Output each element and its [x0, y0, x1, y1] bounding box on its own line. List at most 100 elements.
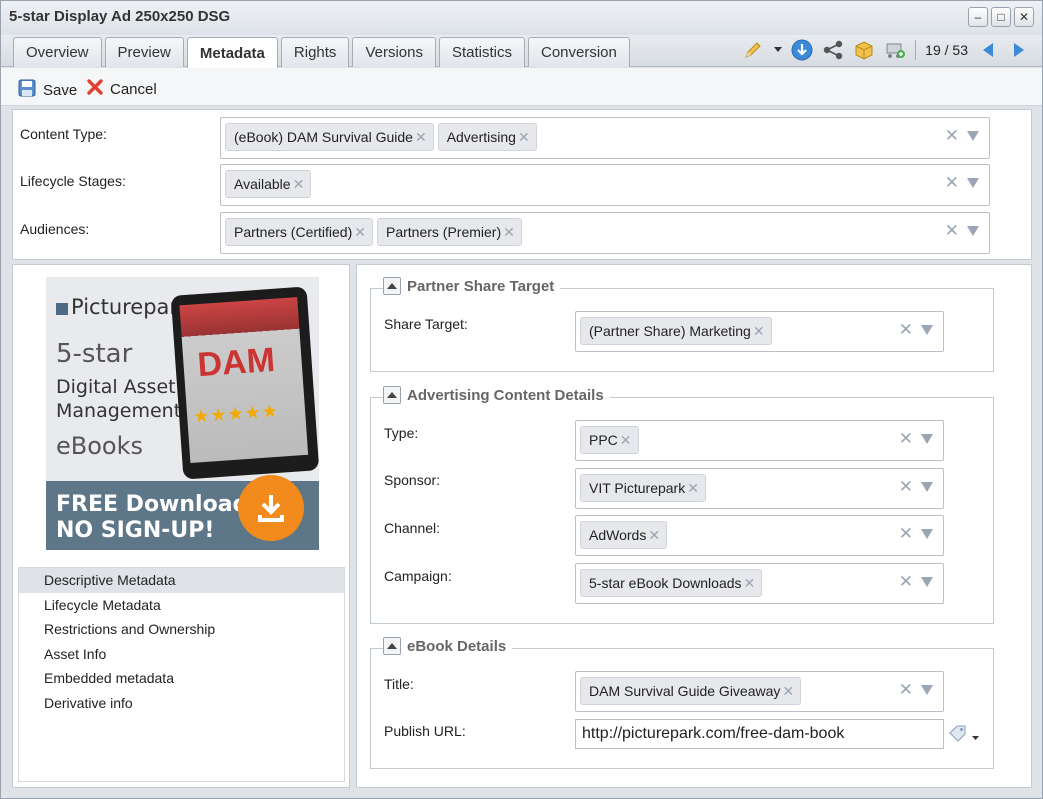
ad-subhead: Digital Asset Management [56, 375, 181, 423]
field-controls: ✕ [945, 173, 979, 193]
nav-item-restrictions[interactable]: Restrictions and Ownership [19, 617, 344, 642]
edit-pencil-icon[interactable] [743, 39, 765, 61]
campaign-label: Campaign: [384, 568, 452, 584]
save-icon [17, 78, 37, 102]
sponsor-label: Sponsor: [384, 472, 441, 488]
cancel-button[interactable]: Cancel [86, 78, 157, 100]
tab-versions[interactable]: Versions [352, 37, 436, 67]
ad-brand: Picturepark [56, 295, 190, 319]
close-button[interactable]: ✕ [1014, 7, 1034, 27]
collapse-icon [387, 643, 397, 649]
tab-preview[interactable]: Preview [104, 37, 184, 67]
tab-rights[interactable]: Rights [280, 37, 350, 67]
channel-field[interactable]: AdWords ✕ ✕ [575, 515, 944, 556]
tag-list: AdWords ✕ [580, 521, 668, 549]
nav-item-embedded-metadata[interactable]: Embedded metadata [19, 666, 344, 691]
collapse-toggle[interactable] [383, 277, 401, 295]
cart-add-icon[interactable] [884, 39, 906, 61]
dropdown-arrow-icon[interactable] [921, 577, 933, 587]
clear-icon[interactable]: ✕ [945, 126, 959, 146]
remove-tag-icon[interactable]: ✕ [354, 224, 366, 241]
type-label: Type: [384, 425, 419, 441]
dropdown-arrow-icon[interactable] [967, 131, 979, 141]
nav-item-asset-info[interactable]: Asset Info [19, 642, 344, 667]
remove-tag-icon[interactable]: ✕ [687, 480, 699, 497]
tag-list: PPC ✕ [580, 426, 639, 454]
audiences-field[interactable]: Partners (Certified) ✕ Partners (Premier)… [220, 212, 990, 254]
collapse-toggle[interactable] [383, 637, 401, 655]
minimize-button[interactable]: – [968, 7, 988, 27]
clear-icon[interactable]: ✕ [945, 173, 959, 193]
sponsor-field[interactable]: VIT Picturepark ✕ ✕ [575, 468, 944, 509]
toolbar-separator [915, 40, 917, 60]
download-icon[interactable] [791, 39, 813, 61]
remove-tag-icon[interactable]: ✕ [503, 224, 515, 241]
tag-chip: VIT Picturepark ✕ [580, 474, 706, 502]
link-tag-menu[interactable] [949, 725, 979, 746]
advertising-section: Advertising Content Details Type: PPC ✕ ✕… [370, 386, 994, 624]
clear-icon[interactable]: ✕ [899, 524, 913, 544]
publish-url-input[interactable]: http://picturepark.com/free-dam-book [575, 719, 944, 749]
dropdown-arrow-icon[interactable] [921, 482, 933, 492]
ebook-title-field[interactable]: DAM Survival Guide Giveaway ✕ ✕ [575, 671, 944, 712]
tab-metadata[interactable]: Metadata [186, 37, 278, 68]
tab-overview[interactable]: Overview [13, 37, 102, 67]
collapse-icon [387, 283, 397, 289]
ad-subhead-line: Digital Asset [56, 376, 176, 398]
dropdown-arrow-icon[interactable] [921, 325, 933, 335]
clear-icon[interactable]: ✕ [899, 680, 913, 700]
clear-icon[interactable]: ✕ [945, 221, 959, 241]
ad-cta-line: NO SIGN-UP! [56, 518, 215, 543]
remove-tag-icon[interactable]: ✕ [782, 683, 794, 700]
tag-chip: 5-star eBook Downloads ✕ [580, 569, 763, 597]
edit-dropdown-icon[interactable] [774, 39, 783, 61]
lifecycle-field[interactable]: Available ✕ ✕ [220, 164, 990, 206]
remove-tag-icon[interactable]: ✕ [620, 432, 632, 449]
content-type-field[interactable]: (eBook) DAM Survival Guide ✕ Advertising ✕… [220, 117, 990, 159]
tag-label: AdWords [589, 527, 647, 543]
type-field[interactable]: PPC ✕ ✕ [575, 420, 944, 461]
clear-icon[interactable]: ✕ [899, 429, 913, 449]
cancel-icon [86, 78, 104, 100]
remove-tag-icon[interactable]: ✕ [293, 176, 305, 193]
dropdown-arrow-icon[interactable] [967, 178, 979, 188]
remove-tag-icon[interactable]: ✕ [518, 129, 530, 146]
nav-item-lifecycle-metadata[interactable]: Lifecycle Metadata [19, 593, 344, 618]
tag-label: PPC [589, 432, 618, 448]
dropdown-arrow-icon[interactable] [921, 529, 933, 539]
maximize-button[interactable]: □ [991, 7, 1011, 27]
tab-statistics[interactable]: Statistics [438, 37, 525, 67]
nav-item-descriptive-metadata[interactable]: Descriptive Metadata [19, 568, 344, 593]
share-target-label: Share Target: [384, 316, 468, 332]
lifecycle-row: Lifecycle Stages: Available ✕ ✕ [13, 161, 1033, 206]
nav-item-derivative-info[interactable]: Derivative info [19, 691, 344, 716]
tag-label: VIT Picturepark [589, 480, 686, 496]
dropdown-arrow-icon[interactable] [921, 434, 933, 444]
package-icon[interactable] [853, 39, 875, 61]
save-button[interactable]: Save [17, 78, 77, 102]
dropdown-arrow-icon[interactable] [921, 685, 933, 695]
field-controls: ✕ [899, 320, 933, 340]
campaign-field[interactable]: 5-star eBook Downloads ✕ ✕ [575, 563, 944, 604]
remove-tag-icon[interactable]: ✕ [648, 527, 660, 544]
remove-tag-icon[interactable]: ✕ [744, 575, 756, 592]
pager-count: 19 / 53 [925, 42, 968, 58]
previous-arrow-icon[interactable] [977, 39, 999, 61]
share-icon[interactable] [822, 39, 844, 61]
remove-tag-icon[interactable]: ✕ [415, 129, 427, 146]
cancel-label: Cancel [110, 80, 157, 98]
next-arrow-icon[interactable] [1008, 39, 1030, 61]
remove-tag-icon[interactable]: ✕ [753, 323, 765, 340]
clear-icon[interactable]: ✕ [899, 572, 913, 592]
section-title: eBook Details [407, 637, 507, 655]
lifecycle-label: Lifecycle Stages: [20, 173, 126, 189]
asset-thumbnail[interactable]: Picturepark 5-star Digital Asset Managem… [46, 277, 319, 550]
dropdown-arrow-icon[interactable] [967, 226, 979, 236]
collapse-toggle[interactable] [383, 386, 401, 404]
ebook-title-label: Title: [384, 676, 414, 692]
tab-conversion[interactable]: Conversion [528, 37, 630, 67]
clear-icon[interactable]: ✕ [899, 477, 913, 497]
share-target-field[interactable]: (Partner Share) Marketing ✕ ✕ [575, 311, 944, 352]
clear-icon[interactable]: ✕ [899, 320, 913, 340]
channel-label: Channel: [384, 520, 441, 536]
